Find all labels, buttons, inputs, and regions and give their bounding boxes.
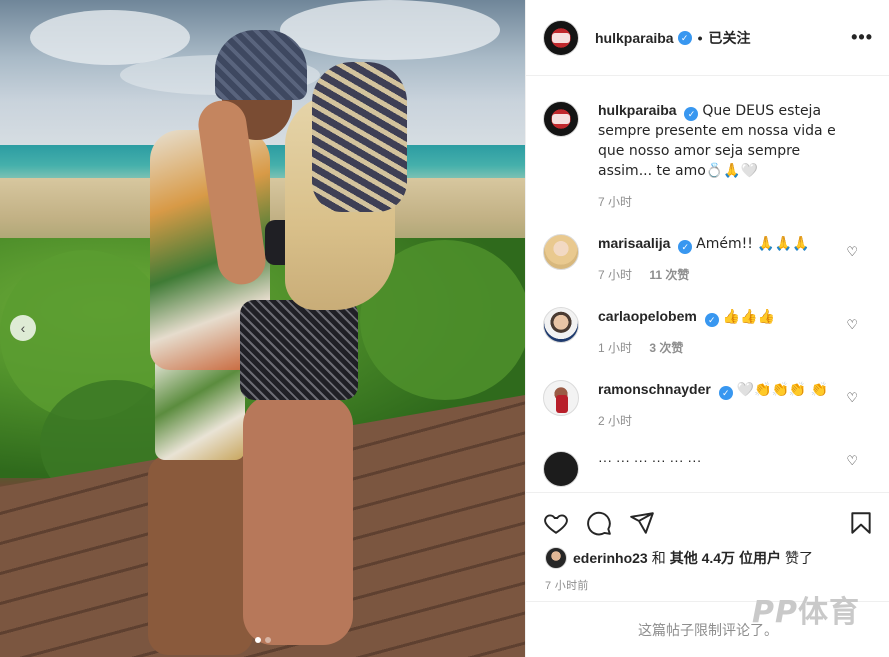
comment-text: Amém!! 🙏🙏🙏 [696,236,810,252]
commenter-username[interactable]: marisaalija [598,235,670,251]
photo-bucket-hat [215,30,307,100]
verified-badge-icon: ✓ [684,107,699,121]
bookmark-icon[interactable] [848,510,874,536]
caption-username[interactable]: hulkparaiba [598,102,677,118]
post-photo: ‹ [0,0,525,657]
comment-time: 1 小时 [598,341,633,355]
post-header: hulkparaiba ✓ • 已关注 ••• [526,0,889,76]
photo-man-shorts [155,355,245,460]
photo-man-legs [148,455,253,655]
comment-text-partial: ··· ··· ··· ··· ··· ··· [598,452,702,468]
commenter-avatar[interactable] [543,451,579,487]
comment-icon[interactable] [586,510,612,536]
liker-avatar[interactable] [545,547,567,569]
commenter-username[interactable]: carlaopelobem [598,308,697,324]
likes-suffix: 赞了 [784,550,813,566]
post-side-panel: hulkparaiba ✓ • 已关注 ••• hulkparaiba ✓ Qu… [525,0,889,657]
comment-likes-count[interactable]: 3 次赞 [649,341,683,355]
comment-row-partial: ··· ··· ··· ··· ··· ··· ♡ [543,451,874,487]
verified-badge-icon: ✓ [704,313,719,327]
comment-text: 👍👍👍 [722,309,775,325]
action-icons [526,493,889,541]
comment-like-heart-icon[interactable]: ♡ [846,390,858,406]
post-actions: ederinho23 和 其他 4.4万 位用户 赞了 7 小时前 这篇帖子限制… [526,492,889,657]
heart-icon[interactable] [543,510,569,536]
caption-row: hulkparaiba ✓ Que DEUS esteja sempre pre… [543,101,874,210]
carousel-dot [254,637,261,643]
comment-time: 7 小时 [598,268,633,282]
verified-badge-icon: ✓ [718,386,733,400]
comment-like-heart-icon[interactable]: ♡ [846,317,858,333]
comment-time: 2 小时 [598,414,633,428]
chevron-left-icon: ‹ [20,320,26,336]
watermark-logo: PP体育 [752,587,860,631]
watermark-text: 体育 [798,596,860,629]
photo-woman-legs [243,395,353,645]
carousel-prev-button[interactable]: ‹ [10,315,36,341]
photo-cloud [30,10,190,65]
more-options-icon[interactable]: ••• [851,27,873,48]
carousel-dot [264,637,271,643]
watermark-pp: PP [752,595,798,630]
direct-share-icon[interactable] [629,510,655,536]
author-avatar[interactable] [543,19,579,56]
caption-avatar[interactable] [543,101,579,137]
follow-status-button[interactable]: 已关注 [709,28,751,48]
photo-woman-shorts [240,300,358,400]
photo-head-scarf [312,62,407,212]
comment-row: carlaopelobem ✓ 👍👍👍 1 小时 3 次赞 ♡ [543,307,874,356]
comment-row: marisaalija ✓ Amém!! 🙏🙏🙏 7 小时 11 次赞 ♡ [543,234,874,283]
verified-badge-icon: ✓ [677,30,692,45]
likes-summary: ederinho23 和 其他 4.4万 位用户 赞了 [526,541,889,569]
photo-cloud [280,0,500,60]
verified-badge-icon: ✓ [678,240,693,254]
liker-username[interactable]: ederinho23 [573,550,648,566]
comment-like-heart-icon[interactable]: ♡ [846,453,858,469]
comment-text: 🤍👏👏👏 👏 [736,382,829,398]
comment-likes-count[interactable]: 11 次赞 [649,268,689,282]
likes-and: 和 [651,550,666,566]
caption-time: 7 小时 [598,195,633,209]
author-username[interactable]: hulkparaiba [595,30,674,46]
comments-scroll-area[interactable]: hulkparaiba ✓ Que DEUS esteja sempre pre… [526,77,889,492]
carousel-dots [0,637,525,643]
comment-row: ramonschnayder ✓ 🤍👏👏👏 👏 2 小时 ♡ [543,380,874,429]
likes-others-link[interactable]: 其他 4.4万 位用户 [670,548,781,568]
commenter-username[interactable]: ramonschnayder [598,381,711,397]
header-separator: • [697,29,703,46]
commenter-avatar[interactable] [543,234,579,270]
commenter-avatar[interactable] [543,307,579,343]
commenter-avatar[interactable] [543,380,579,416]
comment-like-heart-icon[interactable]: ♡ [846,244,858,260]
